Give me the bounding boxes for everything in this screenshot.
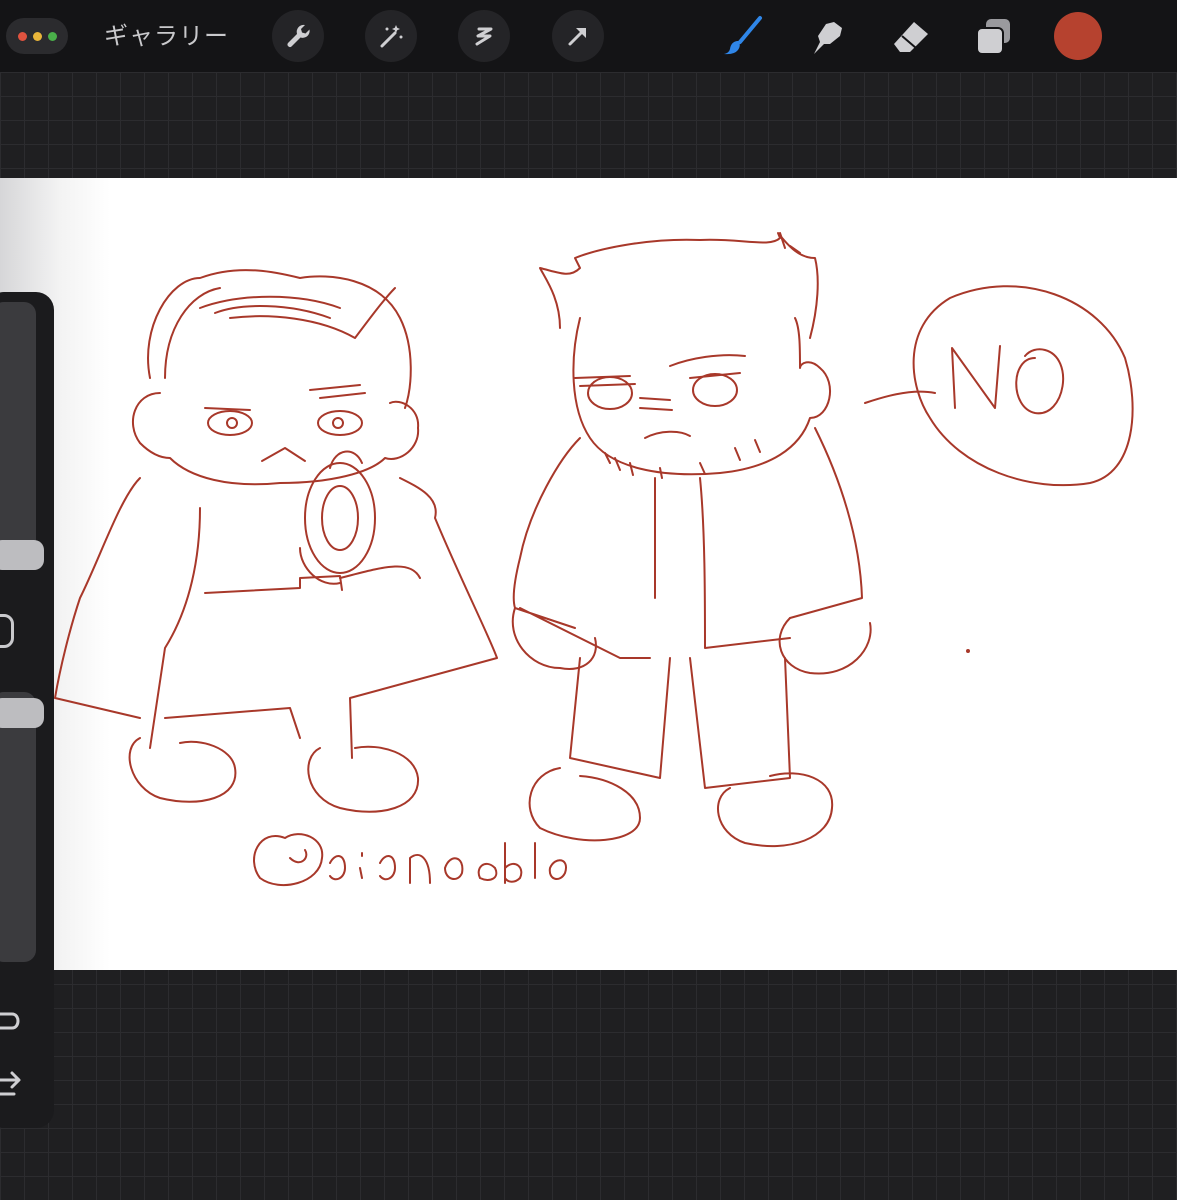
dot-red [17,31,27,41]
brush-size-handle[interactable] [0,540,44,570]
speech-bubble [912,285,1134,487]
actions-button[interactable] [272,10,324,62]
magic-wand-icon [380,25,403,48]
signature [253,833,567,887]
right-character-body [512,427,863,659]
adjustments-button[interactable] [365,10,417,62]
wrench-icon [287,24,310,47]
window-dots-button[interactable] [6,18,68,54]
left-character-feet [128,737,420,813]
selection-icon [475,27,493,46]
selection-button[interactable] [458,10,510,62]
gallery-button[interactable]: ギャラリー [104,18,229,54]
brush-icon [724,16,762,55]
layers-icon [976,19,1010,55]
opacity-handle[interactable] [0,698,44,728]
left-character-body [54,477,498,759]
modify-button[interactable] [0,614,14,648]
left-character-hair [147,269,412,409]
dot-yellow [32,31,42,41]
transform-arrow-icon [568,28,586,46]
opacity-slider[interactable] [0,692,44,962]
left-character-face [131,392,420,486]
right-character-head [572,317,831,476]
redo-icon[interactable] [0,1068,22,1102]
dot-green [47,31,57,41]
eraser-icon [894,22,928,52]
brush-button[interactable] [718,12,766,60]
right-character-hair [539,232,819,339]
drawing-canvas[interactable] [0,178,1177,970]
right-character-feet [528,767,834,848]
undo-icon[interactable] [0,1002,22,1036]
color-swatch-button[interactable] [1054,12,1102,60]
brush-size-slider[interactable] [0,302,44,570]
megaphone [304,462,376,574]
smudge-button[interactable] [802,12,850,60]
smudge-icon [814,22,842,54]
sidebar [0,292,54,1128]
transform-button[interactable] [552,10,604,62]
speech-bubble-text [951,345,1065,415]
eraser-button[interactable] [886,12,934,60]
layers-button[interactable] [970,12,1018,60]
top-toolbar: ギャラリー [0,0,1177,72]
sketch-artwork [54,232,1134,887]
